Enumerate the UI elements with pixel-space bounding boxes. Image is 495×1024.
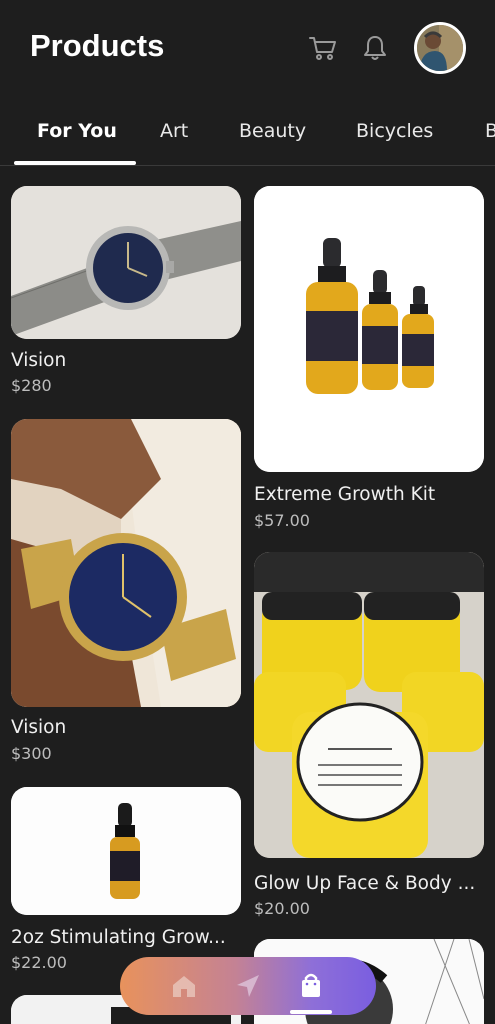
product-card[interactable]: Extreme Growth Kit $57.00 — [254, 186, 484, 531]
product-title: 2oz Stimulating Grow... — [11, 927, 226, 948]
product-price: $20.00 — [254, 899, 310, 918]
product-price: $300 — [11, 744, 52, 763]
product-card[interactable]: Glow Up Face & Body ... $20.00 — [254, 552, 484, 922]
tab-beauty[interactable]: Beauty — [239, 120, 306, 142]
product-card[interactable]: Vision $300 — [11, 419, 241, 769]
product-card[interactable]: 2oz Stimulating Grow... $22.00 — [11, 787, 241, 977]
product-title: Extreme Growth Kit — [254, 484, 436, 505]
category-tabs: For You Art Beauty Bicycles B — [0, 104, 495, 166]
app-header: Products — [0, 0, 495, 100]
active-tab-indicator — [14, 161, 136, 165]
product-price: $22.00 — [11, 953, 67, 972]
bell-icon[interactable] — [360, 33, 390, 63]
page-title: Products — [30, 28, 165, 63]
tab-bicycles[interactable]: Bicycles — [356, 120, 433, 142]
home-icon[interactable] — [169, 971, 199, 1001]
product-card[interactable]: Vision $280 — [11, 186, 241, 401]
avatar-image — [417, 25, 463, 71]
product-image — [11, 419, 241, 707]
avatar[interactable] — [414, 22, 466, 74]
product-title: Vision — [11, 350, 67, 371]
bottom-navigation — [120, 957, 376, 1015]
tab-art[interactable]: Art — [160, 120, 188, 142]
product-image — [11, 186, 241, 339]
active-nav-indicator — [290, 1010, 332, 1014]
product-image — [11, 787, 241, 915]
tab-for-you[interactable]: For You — [37, 120, 117, 142]
product-image — [254, 186, 484, 472]
product-title: Glow Up Face & Body ... — [254, 873, 476, 894]
product-image — [254, 552, 484, 858]
cart-icon[interactable] — [308, 33, 338, 63]
product-price: $57.00 — [254, 511, 310, 530]
tab-next-category[interactable]: B — [485, 120, 495, 142]
product-price: $280 — [11, 376, 52, 395]
send-icon[interactable] — [233, 971, 263, 1001]
shopping-bag-icon[interactable] — [296, 971, 326, 1001]
product-title: Vision — [11, 717, 67, 738]
